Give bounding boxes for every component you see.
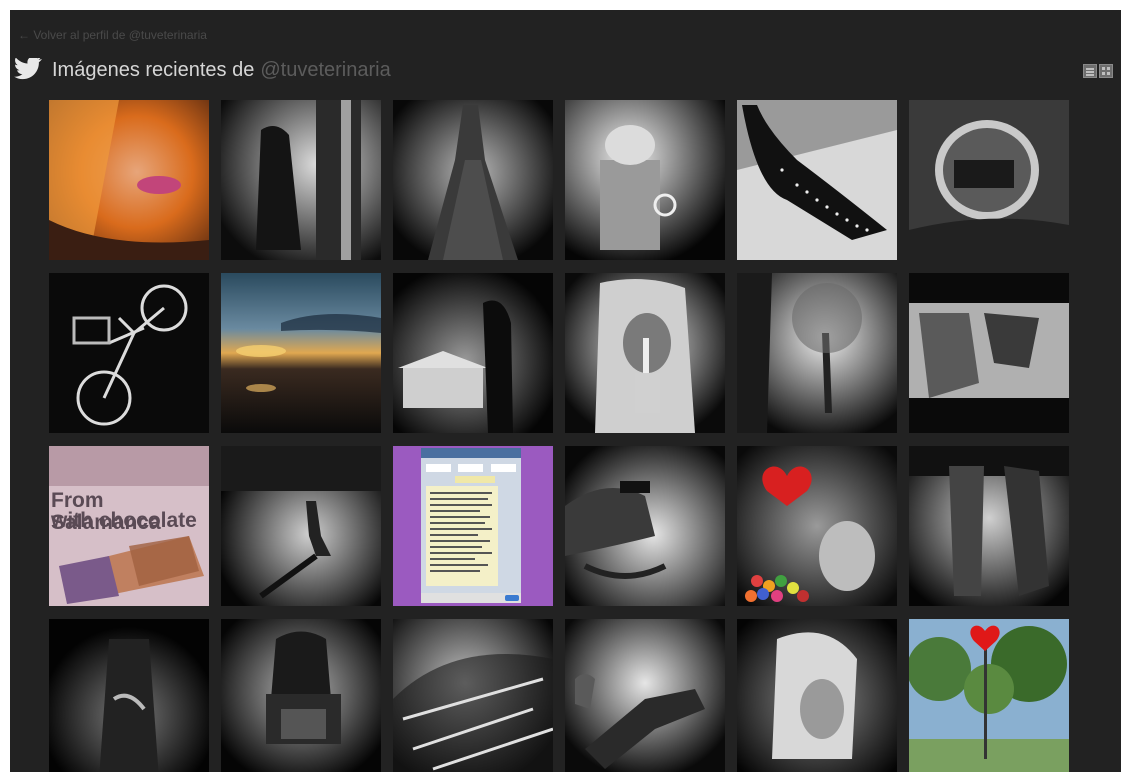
- caption-line-2: with chocolate: [51, 509, 197, 532]
- shadow-legs-photo: [565, 619, 725, 772]
- photo-tile[interactable]: [393, 619, 553, 772]
- photo-tile[interactable]: [909, 273, 1069, 433]
- heel-photo: [737, 100, 897, 260]
- boots-photo: [909, 273, 1069, 433]
- dress-photo: [393, 100, 553, 260]
- back-to-profile-link[interactable]: ← Volver al perfil de @tuveterinaria: [18, 28, 207, 42]
- photo-tile[interactable]: [221, 273, 381, 433]
- photo-tile[interactable]: [49, 273, 209, 433]
- blonde-profile-photo: [737, 619, 897, 772]
- chat-screenshot-photo: [393, 446, 553, 606]
- photo-tile[interactable]: [565, 446, 725, 606]
- photo-tile[interactable]: [221, 619, 381, 772]
- photo-tile[interactable]: [737, 100, 897, 260]
- photo-grid: From Salamanca with chocolate: [49, 100, 1083, 772]
- selfie-photo: [49, 100, 209, 260]
- photo-tile[interactable]: [49, 100, 209, 260]
- photo-tile[interactable]: [393, 100, 553, 260]
- photo-tile[interactable]: [393, 273, 553, 433]
- photo-tile[interactable]: [737, 619, 897, 772]
- page-title: Imágenes recientes de @tuveterinaria: [14, 56, 391, 84]
- back-link-handle: @tuveterinaria: [128, 28, 207, 42]
- legs-boots-photo: [909, 446, 1069, 606]
- tree-street-photo: [737, 273, 897, 433]
- dark-figure-photo: [49, 619, 209, 772]
- back-link-prefix: ← Volver al perfil de: [18, 28, 129, 42]
- twitter-bird-icon: [14, 58, 42, 80]
- view-toggle: [1083, 64, 1113, 78]
- photo-tile[interactable]: [909, 100, 1069, 260]
- red-heart-trees-photo: [909, 619, 1069, 772]
- photo-tile[interactable]: [565, 100, 725, 260]
- photo-tile[interactable]: [909, 619, 1069, 772]
- page-frame: ← Volver al perfil de @tuveterinaria Imá…: [10, 10, 1121, 772]
- photo-tile[interactable]: From Salamanca with chocolate: [49, 446, 209, 606]
- photo-tile[interactable]: [737, 446, 897, 606]
- bicycle-photo: [49, 273, 209, 433]
- photo-tile[interactable]: [909, 446, 1069, 606]
- bracelet-photo: [565, 446, 725, 606]
- running-kid-photo: [221, 446, 381, 606]
- photo-tile[interactable]: [737, 273, 897, 433]
- round-window-photo: [909, 100, 1069, 260]
- photo-tile[interactable]: [49, 619, 209, 772]
- photo-tile[interactable]: [565, 619, 725, 772]
- grid-view-icon[interactable]: [1099, 64, 1113, 78]
- house-photo: [393, 273, 553, 433]
- hair-closeup-photo: [393, 619, 553, 772]
- cup-photo: [565, 100, 725, 260]
- photo-tile[interactable]: [393, 446, 553, 606]
- photo-tile[interactable]: [221, 446, 381, 606]
- armchair-photo: [221, 619, 381, 772]
- list-view-icon[interactable]: [1083, 64, 1097, 78]
- photo-tile[interactable]: [221, 100, 381, 260]
- portrait-photo: [565, 273, 725, 433]
- title-handle[interactable]: @tuveterinaria: [260, 59, 390, 82]
- doorway-photo: [221, 100, 381, 260]
- sunset-photo: [221, 273, 381, 433]
- photo-tile[interactable]: [565, 273, 725, 433]
- red-heart-candy-photo: [737, 446, 897, 606]
- title-text: Imágenes recientes de: [52, 58, 255, 81]
